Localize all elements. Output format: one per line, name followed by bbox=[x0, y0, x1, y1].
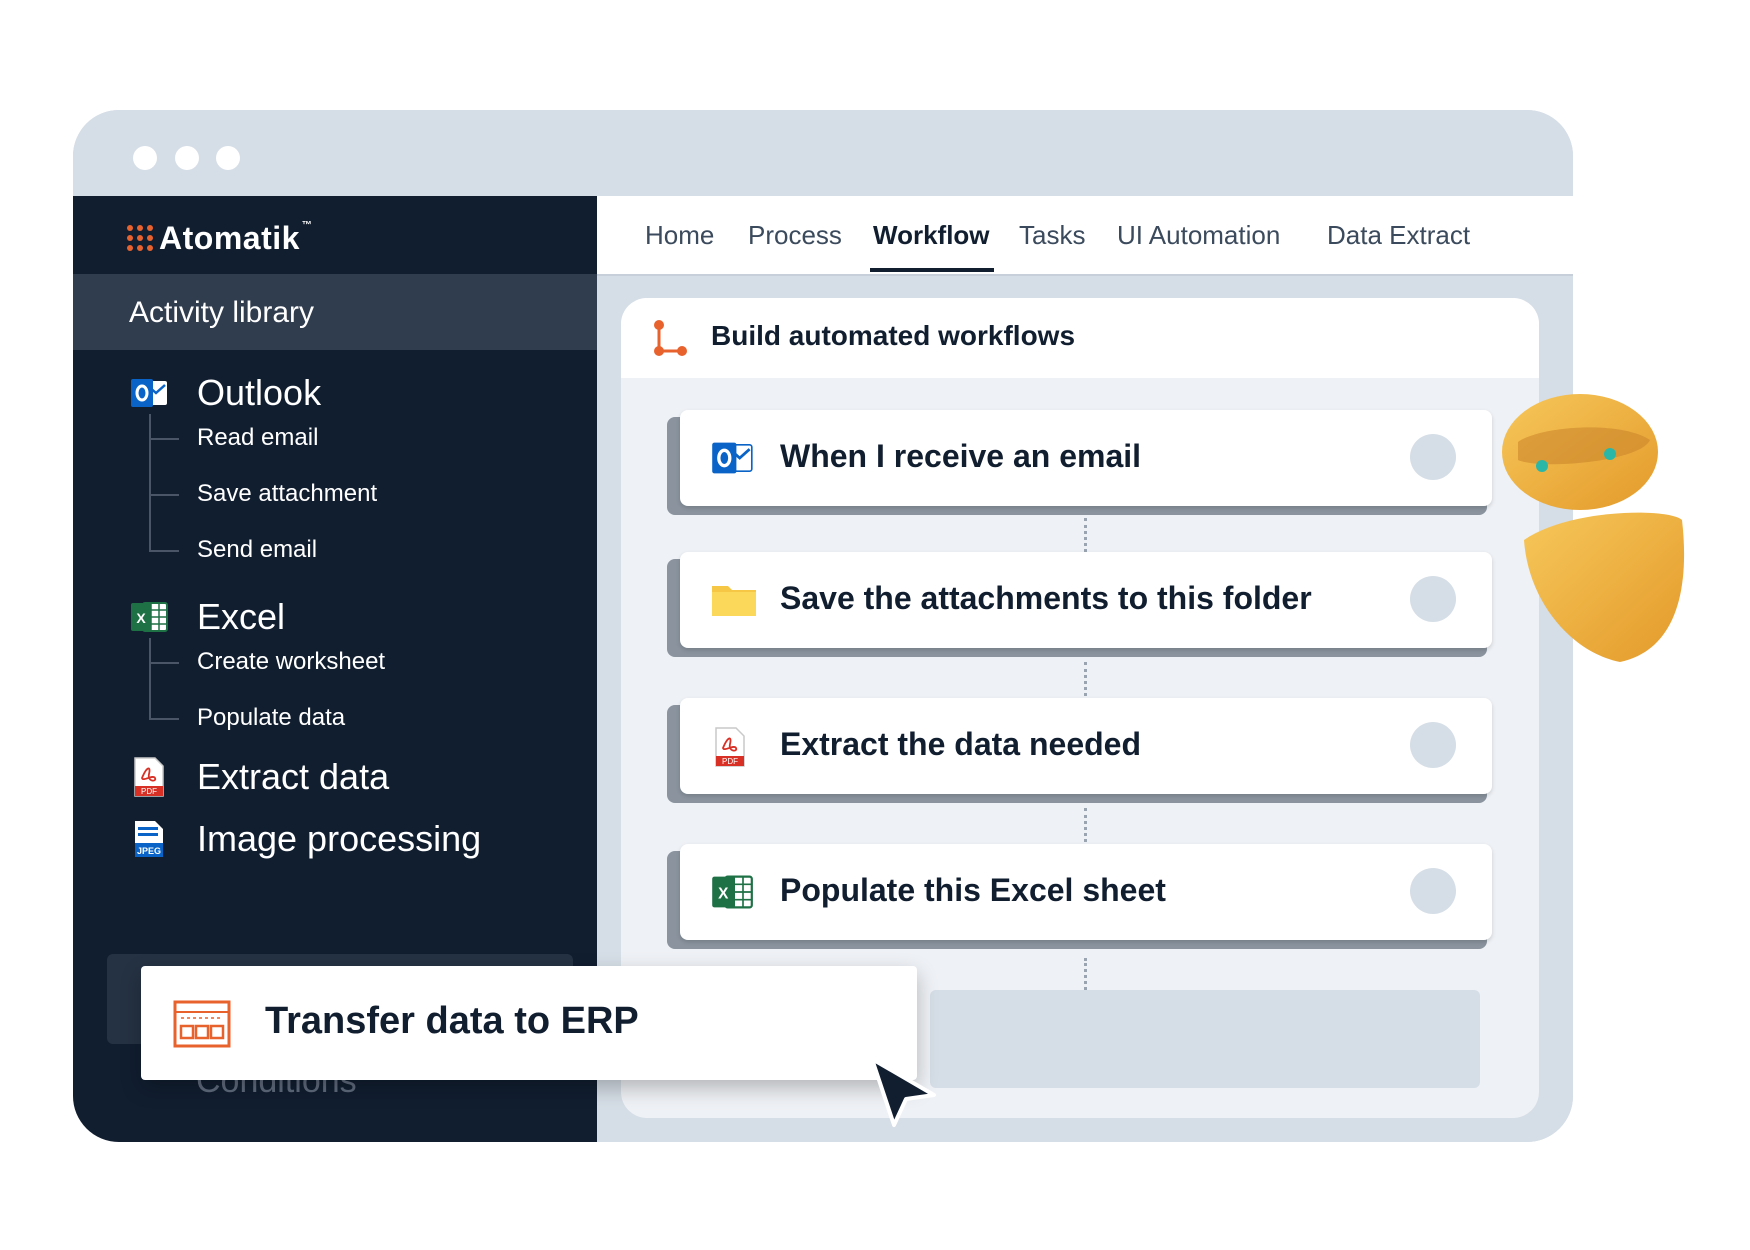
sidebar-group-outlook[interactable]: Outlook bbox=[129, 372, 321, 414]
dragged-activity-label: Transfer data to ERP bbox=[265, 1000, 639, 1042]
svg-text:PDF: PDF bbox=[722, 757, 738, 766]
tab-home[interactable]: Home bbox=[645, 220, 714, 251]
drop-zone[interactable] bbox=[930, 990, 1480, 1088]
pdf-icon: PDF bbox=[134, 757, 164, 797]
sidebar-item-create-worksheet[interactable]: Create worksheet bbox=[197, 648, 385, 676]
svg-text:PDF: PDF bbox=[141, 787, 157, 796]
window-dot[interactable] bbox=[133, 146, 157, 170]
dragged-activity-card[interactable]: Transfer data to ERP bbox=[141, 966, 917, 1080]
window-dot[interactable] bbox=[216, 146, 240, 170]
logo-mark-icon bbox=[127, 225, 153, 251]
active-tab-indicator bbox=[870, 268, 994, 272]
workflow-step-card[interactable]: X Populate this Excel sheet bbox=[680, 844, 1492, 940]
workflow-step-label: When I receive an email bbox=[780, 438, 1142, 474]
workflow-step-label: Populate this Excel sheet bbox=[780, 872, 1166, 908]
activity-library-header: Activity library bbox=[73, 274, 597, 350]
step-radio[interactable] bbox=[1410, 576, 1456, 622]
svg-text:JPEG: JPEG bbox=[137, 846, 161, 856]
sidebar-group-image-processing[interactable]: JPEG Image processing bbox=[129, 818, 481, 860]
sidebar-group-label: Extract data bbox=[197, 756, 390, 797]
mouse-cursor-icon bbox=[870, 1057, 936, 1127]
logo-text: Atomatik bbox=[159, 219, 300, 256]
robot-mascot-icon bbox=[1502, 394, 1685, 662]
logo: Atomatik ™ bbox=[127, 216, 312, 260]
title-bar bbox=[73, 110, 1573, 196]
pdf-icon: PDF bbox=[715, 727, 745, 767]
step-radio[interactable] bbox=[1410, 434, 1456, 480]
workflow-step-card[interactable]: PDF Extract the data needed bbox=[680, 698, 1492, 794]
tab-data-extract[interactable]: Data Extract bbox=[1327, 220, 1470, 251]
workflow-step-label: Save the attachments to this folder bbox=[780, 580, 1312, 616]
workflow-step-label: Extract the data needed bbox=[780, 726, 1141, 762]
sidebar-group-label: Excel bbox=[197, 596, 286, 637]
workflow-step-card[interactable]: Save the attachments to this folder bbox=[680, 552, 1492, 648]
sidebar-item-read-email[interactable]: Read email bbox=[197, 424, 318, 452]
sidebar-item-save-attachment[interactable]: Save attachment bbox=[197, 480, 377, 508]
tab-workflow[interactable]: Workflow bbox=[873, 220, 990, 251]
activity-library-title: Activity library bbox=[129, 296, 315, 329]
outlook-icon bbox=[131, 379, 167, 407]
panel-header: Build automated workflows bbox=[621, 298, 1539, 378]
excel-icon: X bbox=[131, 602, 168, 632]
sidebar-group-label: Image processing bbox=[197, 818, 482, 859]
tab-ui-automation[interactable]: UI Automation bbox=[1117, 220, 1280, 251]
workflow-step-card[interactable]: When I receive an email bbox=[680, 410, 1492, 506]
jpeg-icon: JPEG bbox=[135, 821, 163, 857]
step-radio[interactable] bbox=[1410, 722, 1456, 768]
erp-window-icon bbox=[173, 1000, 231, 1048]
sidebar-item-populate-data[interactable]: Populate data bbox=[197, 704, 345, 732]
window-dot[interactable] bbox=[175, 146, 199, 170]
trademark: ™ bbox=[301, 219, 313, 231]
workflow-branch-icon bbox=[654, 320, 687, 356]
tab-tasks[interactable]: Tasks bbox=[1019, 220, 1085, 251]
sidebar-group-excel[interactable]: X Excel bbox=[129, 596, 285, 638]
tab-process[interactable]: Process bbox=[748, 220, 842, 251]
panel-title: Build automated workflows bbox=[711, 320, 1076, 351]
tab-bar: Home Process Workflow Tasks UI Automatio… bbox=[597, 196, 1573, 276]
sidebar-item-send-email[interactable]: Send email bbox=[197, 536, 317, 564]
sidebar-group-label: Outlook bbox=[197, 372, 322, 413]
svg-text:X: X bbox=[136, 610, 146, 626]
folder-icon bbox=[712, 586, 756, 616]
outlook-icon bbox=[712, 442, 753, 474]
excel-icon: X bbox=[712, 875, 753, 909]
step-radio[interactable] bbox=[1410, 868, 1456, 914]
sidebar-group-extract-data[interactable]: PDF Extract data bbox=[129, 756, 389, 798]
svg-text:X: X bbox=[718, 886, 729, 903]
